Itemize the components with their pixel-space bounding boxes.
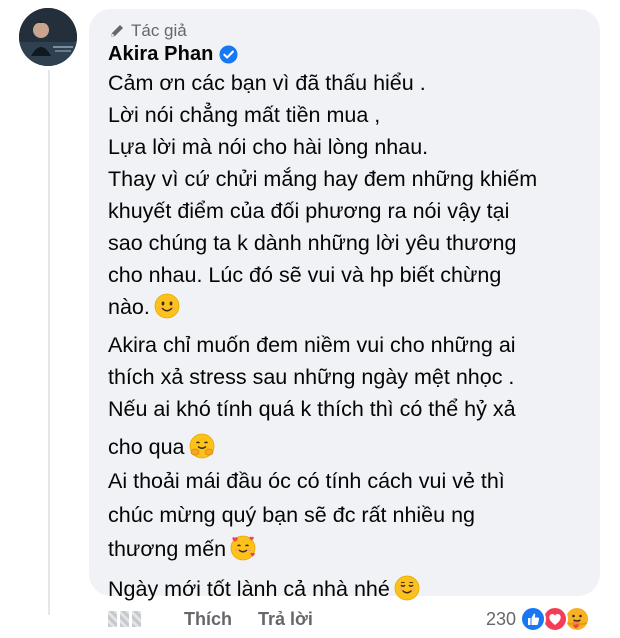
comment-line: cho qua (108, 432, 215, 462)
comment-line-text: Nếu ai khó tính quá k thích thì có thể h… (108, 397, 516, 421)
author-badge: Tác giả (108, 20, 187, 42)
comment-line-text: thương mến (108, 537, 227, 561)
comment-line-text: cho nhau. Lúc đó sẽ vui và hp biết chừng (108, 263, 502, 287)
author-badge-label: Tác giả (131, 21, 187, 40)
comment-line-text: Thay vì cứ chửi mắng hay đem những khiếm (108, 167, 538, 191)
comment-line-text: Ai thoải mái đầu óc có tính cách vui vẻ … (108, 469, 505, 493)
comment-actions: Thích Trả lời (108, 604, 313, 634)
comment-line: Nếu ai khó tính quá k thích thì có thể h… (108, 394, 516, 424)
comment-line: Lời nói chẳng mất tiền mua , (108, 100, 380, 130)
comment-line: khuyết điểm của đối phương ra nói vậy tạ… (108, 196, 509, 226)
author-name-link[interactable]: Akira Phan (108, 43, 213, 66)
author-avatar[interactable] (19, 8, 77, 66)
comment-line-text: sao chúng ta k dành những lời yêu thương (108, 231, 517, 255)
comment-line: Ngày mới tốt lành cả nhà nhé (108, 574, 420, 604)
hugging-face-emoji (189, 433, 214, 459)
comment-line-text: Ngày mới tốt lành cả nhà nhé (108, 577, 390, 601)
comment-line: Lựa lời mà nói cho hài lòng nhau. (108, 132, 428, 162)
comment-line: Cảm ơn các bạn vì đã thấu hiểu . (108, 68, 426, 98)
thread-connector-line (48, 70, 50, 615)
like-button[interactable]: Thích (184, 609, 232, 630)
comment-line: Akira chỉ muốn đem niềm vui cho những ai (108, 330, 516, 360)
smiling-face-with-hearts-emoji (230, 535, 256, 561)
comment-line-text: khuyết điểm của đối phương ra nói vậy tạ… (108, 199, 510, 223)
pen-icon (111, 25, 123, 37)
timestamp-redacted (108, 609, 152, 629)
relieved-smiling-face-emoji (394, 575, 420, 601)
comment-line: cho nhau. Lúc đó sẽ vui và hp biết chừng (108, 260, 501, 290)
reaction-summary[interactable]: 230 (486, 604, 596, 634)
author-name-row: Akira Phan (108, 42, 239, 66)
comment-line: Thay vì cứ chửi mắng hay đem những khiếm (108, 164, 537, 194)
comment-line-text: Lời nói chẳng mất tiền mua , (108, 103, 381, 127)
comment-line: nào. (108, 292, 180, 322)
smiling-face-emoji (154, 293, 180, 319)
comment-line: thích xả stress sau những ngày mệt nhọc … (108, 362, 514, 392)
comment-line: Ai thoải mái đầu óc có tính cách vui vẻ … (108, 466, 505, 496)
comment-line: sao chúng ta k dành những lời yêu thương (108, 228, 516, 258)
like-reaction-icon (520, 606, 547, 632)
comment-line-text: cho qua (108, 435, 185, 459)
comment-line-text: nào. (108, 295, 150, 319)
facebook-comment-thread: Tác giả Akira Phan Cảm ơn các bạn vì đã … (0, 0, 620, 638)
comment-line: chúc mừng quý bạn sẽ đc rất nhiều ng (108, 500, 475, 530)
comment-line-text: Lựa lời mà nói cho hài lòng nhau. (108, 135, 429, 159)
comment-line-text: chúc mừng quý bạn sẽ đc rất nhiều ng (108, 503, 475, 527)
verified-badge-icon (219, 44, 239, 64)
comment-line-text: thích xả stress sau những ngày mệt nhọc … (108, 365, 515, 389)
reply-button[interactable]: Trả lời (258, 609, 313, 630)
reaction-icons (520, 606, 596, 632)
reaction-count: 230 (486, 608, 517, 629)
comment-line-text: Akira chỉ muốn đem niềm vui cho những ai (108, 333, 516, 357)
comment-line: thương mến (108, 534, 256, 564)
comment-line-text: Cảm ơn các bạn vì đã thấu hiểu . (108, 71, 426, 95)
